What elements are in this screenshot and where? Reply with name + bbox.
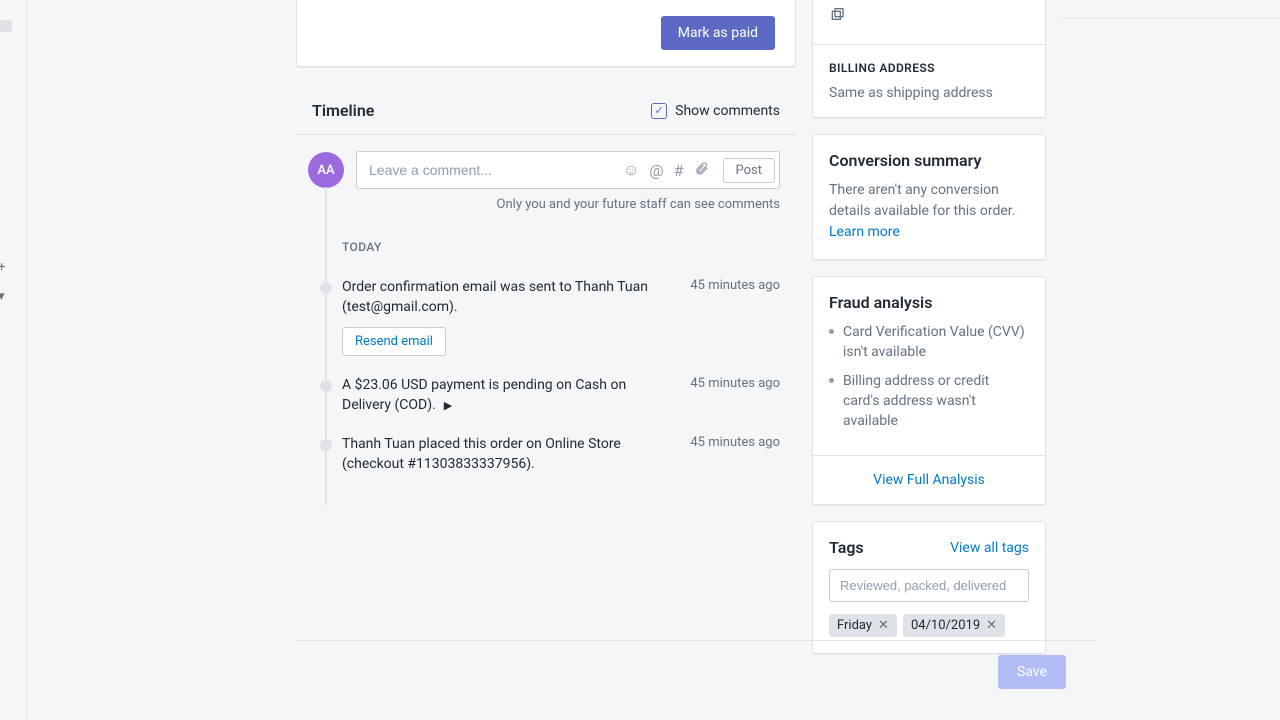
avatar: AA — [308, 152, 344, 188]
timeline-item-text: Order confirmation email was sent to Tha… — [342, 278, 676, 317]
view-full-analysis-link[interactable]: View Full Analysis — [873, 472, 985, 488]
timeline-item-text[interactable]: A $23.06 USD payment is pending on Cash … — [342, 376, 676, 415]
checkbox-checked-icon: ✓ — [651, 103, 667, 119]
hash-icon[interactable]: # — [674, 161, 684, 180]
timeline-dot-icon — [320, 439, 332, 451]
timeline-item-time: 45 minutes ago — [690, 376, 780, 415]
remove-tag-icon[interactable]: ✕ — [986, 618, 997, 633]
tags-input[interactable] — [829, 569, 1029, 602]
page-top-divider — [1062, 18, 1280, 19]
timeline-dot-icon — [320, 380, 332, 392]
learn-more-link[interactable]: Learn more — [829, 224, 900, 240]
chevron-right-icon: ▶ — [444, 399, 452, 412]
payment-card-footer: Mark as paid — [296, 0, 796, 67]
show-comments-label: Show comments — [675, 103, 780, 119]
timeline-item-time: 45 minutes ago — [690, 278, 780, 317]
billing-address-text: Same as shipping address — [829, 85, 1029, 101]
timeline-item: Order confirmation email was sent to Tha… — [296, 268, 796, 366]
resend-email-button[interactable]: Resend email — [342, 327, 446, 356]
fraud-item: Card Verification Value (CVV) isn't avai… — [829, 322, 1029, 363]
mention-icon[interactable]: @ — [649, 161, 663, 180]
tag-chip: 04/10/2019✕ — [903, 614, 1005, 637]
view-all-tags-link[interactable]: View all tags — [950, 540, 1029, 556]
save-button[interactable]: Save — [998, 655, 1066, 689]
timeline-dot-icon — [320, 282, 332, 294]
post-button[interactable]: Post — [723, 158, 776, 183]
billing-address-section: BILLING ADDRESS Same as shipping address — [813, 45, 1045, 117]
timeline-header: Timeline ✓ Show comments — [296, 83, 796, 135]
billing-address-heading: BILLING ADDRESS — [829, 61, 1029, 75]
tags-title: Tags — [829, 538, 864, 557]
tags-card: Tags View all tags Friday✕ 04/10/2019✕ — [812, 521, 1046, 654]
fraud-analysis-title: Fraud analysis — [829, 293, 1029, 312]
comment-composer: AA ☺ @ # Post — [296, 135, 796, 197]
conversion-summary-text: There aren't any conversion details avai… — [829, 180, 1029, 243]
tag-chip: Friday✕ — [829, 614, 897, 637]
fraud-item: Billing address or credit card's address… — [829, 371, 1029, 432]
timeline-item: Thanh Tuan placed this order on Online S… — [296, 425, 796, 484]
caret-down-icon[interactable]: ▾ — [0, 289, 5, 304]
conversion-summary-card: Conversion summary There aren't any conv… — [812, 134, 1046, 260]
timeline-today-label: TODAY — [342, 240, 796, 254]
comment-input-wrap: ☺ @ # Post — [356, 151, 780, 189]
timeline-item-text: Thanh Tuan placed this order on Online S… — [342, 435, 676, 474]
timeline-item: A $23.06 USD payment is pending on Cash … — [296, 366, 796, 425]
mark-as-paid-button[interactable]: Mark as paid — [661, 16, 775, 50]
comment-input[interactable] — [357, 162, 613, 178]
fraud-analysis-card: Fraud analysis Card Verification Value (… — [812, 276, 1046, 505]
timeline-body: AA ☺ @ # Post Only you and your future s… — [296, 135, 796, 505]
plus-icon[interactable]: + — [0, 260, 5, 275]
timeline-title: Timeline — [312, 101, 374, 120]
customer-card-tail: BILLING ADDRESS Same as shipping address — [812, 0, 1046, 118]
map-link[interactable] — [813, 0, 1045, 44]
show-comments-toggle[interactable]: ✓ Show comments — [651, 103, 780, 119]
comment-hint: Only you and your future staff can see c… — [296, 197, 796, 216]
page-footer: Save — [296, 640, 1096, 689]
attachment-icon[interactable] — [694, 161, 709, 180]
timeline-item-time: 45 minutes ago — [690, 435, 780, 474]
emoji-icon[interactable]: ☺ — [623, 160, 639, 180]
conversion-summary-title: Conversion summary — [829, 151, 1029, 170]
remove-tag-icon[interactable]: ✕ — [878, 618, 889, 633]
left-divider — [26, 0, 27, 720]
left-rail-pill[interactable] — [0, 20, 12, 32]
